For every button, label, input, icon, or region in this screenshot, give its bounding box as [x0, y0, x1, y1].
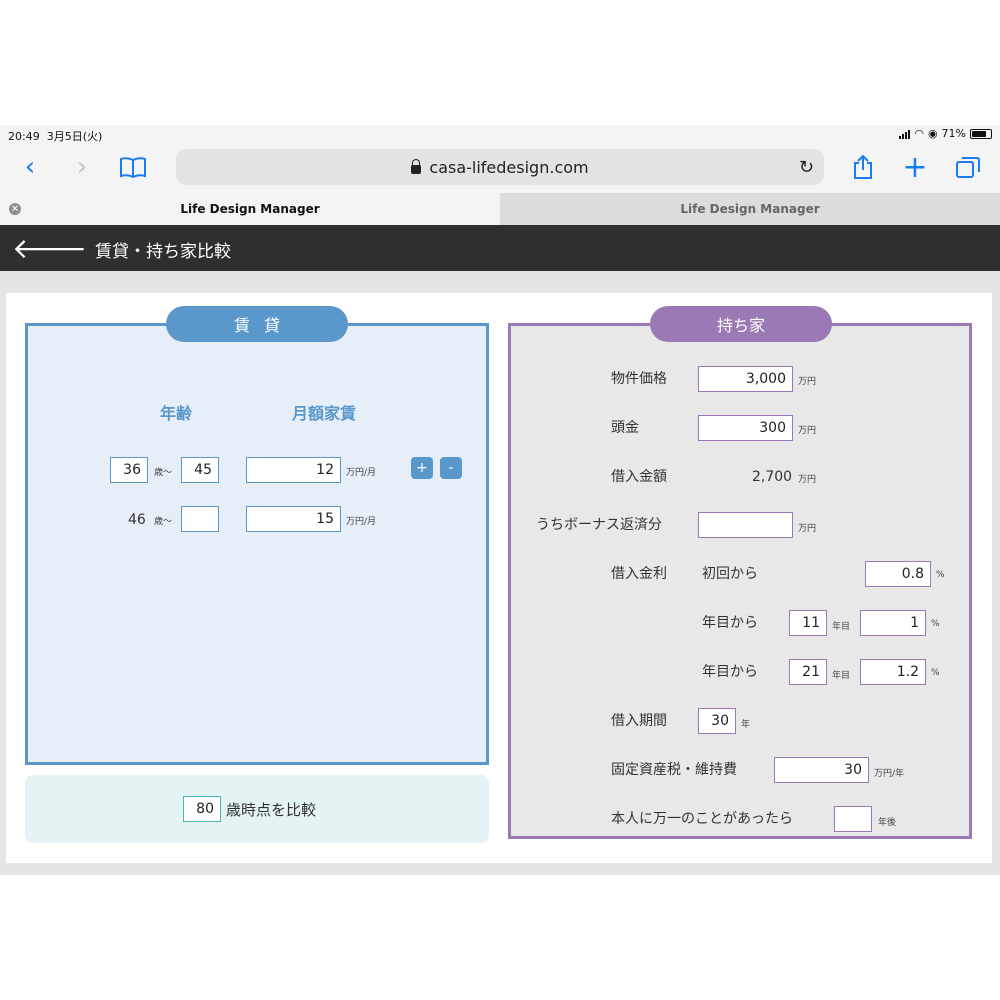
age-to-input[interactable] — [181, 506, 219, 532]
status-time: 20:49 3月5日(火) — [8, 130, 103, 143]
bonus-repayment-label: うちボーナス返済分 — [536, 517, 662, 533]
reload-icon[interactable]: ↻ — [799, 157, 814, 178]
back-arrow-icon[interactable]: 🡐 — [12, 231, 87, 265]
tab-active[interactable]: × Life Design Manager — [0, 193, 500, 225]
rate-first-input[interactable]: 0.8 — [865, 561, 931, 587]
comparison-card: 年齢 月額家賃 36 歳〜 45 12 万円/月 + - 46 歳〜 15 万円… — [6, 293, 992, 863]
page-title: 賃貸・持ち家比較 — [95, 242, 231, 262]
status-bar: 20:49 3月5日(火) ◠ ◉ 71% — [0, 125, 1000, 145]
battery-icon — [970, 128, 992, 139]
price-unit: 万円 — [798, 377, 817, 387]
share-icon[interactable] — [850, 145, 876, 189]
url-text: casa-lifedesign.com — [429, 157, 589, 177]
tab-inactive[interactable]: Life Design Manager — [500, 193, 1000, 225]
content-area: 年齢 月額家賃 36 歳〜 45 12 万円/月 + - 46 歳〜 15 万円… — [0, 271, 1000, 875]
tab-label: Life Design Manager — [180, 202, 320, 216]
age-from-value: 46 — [128, 512, 146, 528]
loan-term-input[interactable]: 30 — [698, 708, 736, 734]
year-unit: 年目 — [832, 671, 851, 681]
cellular-signal-icon — [899, 129, 911, 139]
remove-row-button[interactable]: - — [440, 457, 462, 479]
app-header: 🡐 賃貸・持ち家比較 — [0, 225, 1000, 271]
rate-step2-input[interactable]: 1.2 — [860, 659, 926, 685]
down-unit: 万円 — [798, 426, 817, 436]
own-home-panel: 物件価格 3,000 万円 頭金 300 万円 借入金額 2,700 万円 うち… — [508, 323, 972, 839]
orientation-lock-icon: ◉ — [927, 127, 938, 140]
down-payment-label: 頭金 — [611, 420, 639, 436]
status-icons: ◠ ◉ 71% — [899, 127, 992, 140]
browser-toolbar: ‹ › casa-lifedesign.com ↻ + — [0, 145, 1000, 193]
down-payment-input[interactable]: 300 — [698, 415, 793, 441]
monthly-rent-input[interactable]: 15 — [246, 506, 341, 532]
battery-percent: 71% — [941, 127, 966, 140]
tab-label: Life Design Manager — [680, 202, 820, 216]
rate-step1-label: 年目から — [702, 615, 758, 631]
rate-unit: % — [931, 668, 940, 678]
property-tax-label: 固定資産税・維持費 — [611, 762, 737, 778]
monthly-rent-header: 月額家賃 — [292, 404, 357, 423]
rent-unit: 万円/月 — [346, 468, 377, 478]
compare-age-label: 歳時点を比較 — [226, 801, 317, 819]
bookmarks-book-icon[interactable] — [118, 145, 148, 189]
property-price-input[interactable]: 3,000 — [698, 366, 793, 392]
age-header: 年齢 — [160, 404, 193, 423]
add-row-button[interactable]: + — [411, 457, 433, 479]
rate-step2-label: 年目から — [702, 664, 758, 680]
rent-title-pill: 賃貸 — [166, 306, 348, 342]
tabs-overview-icon[interactable] — [954, 145, 982, 189]
rate-first-label: 初回から — [702, 566, 758, 582]
back-nav-icon[interactable]: ‹ — [18, 145, 42, 189]
monthly-rent-input[interactable]: 12 — [246, 457, 341, 483]
new-tab-plus-icon[interactable]: + — [902, 145, 928, 189]
rate-step1-input[interactable]: 1 — [860, 610, 926, 636]
forward-nav-icon[interactable]: › — [70, 145, 94, 189]
rate-step2-year-input[interactable]: 21 — [789, 659, 827, 685]
rate-unit: % — [936, 570, 945, 580]
death-event-label: 本人に万一のことがあったら — [611, 811, 793, 827]
rate-step1-year-input[interactable]: 11 — [789, 610, 827, 636]
loan-amount-value: 2,700 — [752, 469, 793, 485]
compare-age-box: 80 歳時点を比較 — [25, 775, 489, 843]
death-event-input[interactable] — [834, 806, 872, 832]
age-unit: 歳〜 — [154, 517, 173, 527]
property-price-label: 物件価格 — [611, 371, 667, 387]
own-title-pill: 持ち家 — [650, 306, 832, 342]
lock-icon — [411, 158, 422, 174]
close-tab-icon[interactable]: × — [9, 203, 21, 215]
status-date: 3月5日(火) — [46, 130, 103, 143]
rent-unit: 万円/月 — [346, 517, 377, 527]
bonus-unit: 万円 — [798, 524, 817, 534]
loan-term-label: 借入期間 — [611, 713, 667, 729]
property-tax-input[interactable]: 30 — [774, 757, 869, 783]
year-unit: 年目 — [832, 622, 851, 632]
loan-amount-label: 借入金額 — [611, 469, 667, 485]
tax-unit: 万円/年 — [874, 769, 905, 779]
loan-unit: 万円 — [798, 475, 817, 485]
death-unit: 年後 — [878, 818, 897, 828]
address-bar[interactable]: casa-lifedesign.com ↻ — [176, 149, 824, 185]
interest-rate-label: 借入金利 — [611, 566, 667, 582]
age-to-input[interactable]: 45 — [181, 457, 219, 483]
rate-unit: % — [931, 619, 940, 629]
ipad-screen: 20:49 3月5日(火) ◠ ◉ 71% ‹ › casa-lifedesig… — [0, 125, 1000, 875]
age-from-input[interactable]: 36 — [110, 457, 148, 483]
bonus-repayment-input[interactable] — [698, 512, 793, 538]
age-unit: 歳〜 — [154, 468, 173, 478]
rent-panel: 年齢 月額家賃 36 歳〜 45 12 万円/月 + - 46 歳〜 15 万円… — [25, 323, 489, 765]
browser-tabs: × Life Design Manager Life Design Manage… — [0, 193, 1000, 225]
term-unit: 年 — [741, 720, 751, 730]
wifi-icon: ◠ — [914, 127, 924, 140]
compare-age-input[interactable]: 80 — [183, 796, 221, 822]
